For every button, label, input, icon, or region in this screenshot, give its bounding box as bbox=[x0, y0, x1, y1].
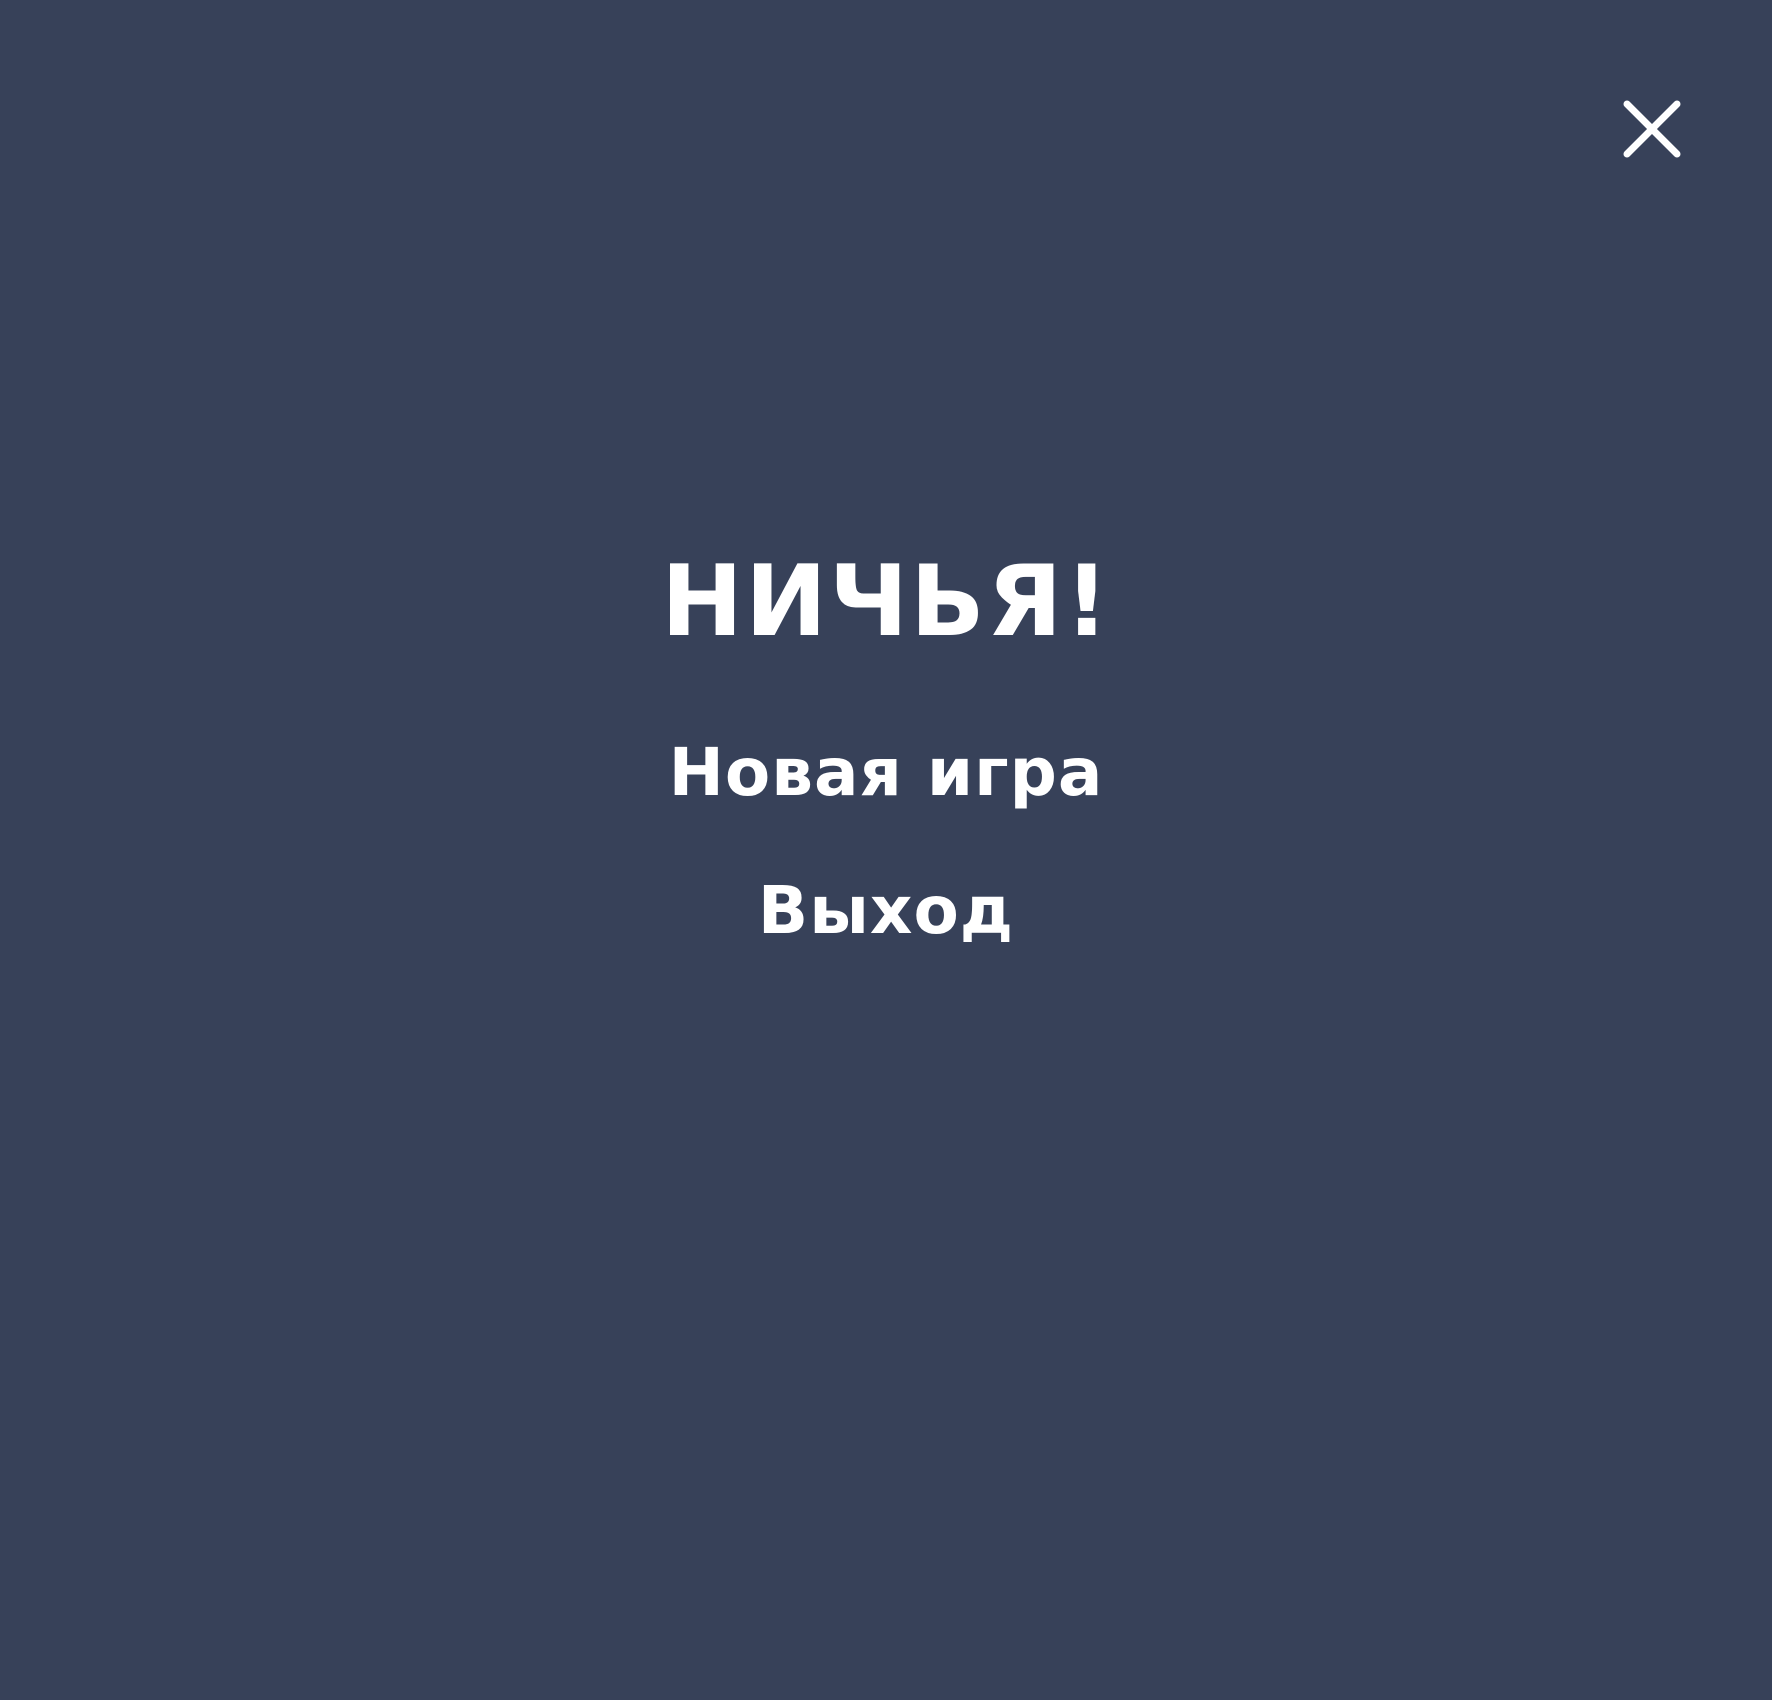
game-over-overlay: НИЧЬЯ! Новая игра Выход bbox=[0, 0, 1772, 1700]
exit-button[interactable]: Выход bbox=[0, 871, 1772, 951]
new-game-button[interactable]: Новая игра bbox=[0, 733, 1772, 813]
close-button[interactable] bbox=[1619, 96, 1685, 162]
result-title: НИЧЬЯ! bbox=[660, 545, 1112, 659]
close-icon bbox=[1623, 100, 1681, 158]
